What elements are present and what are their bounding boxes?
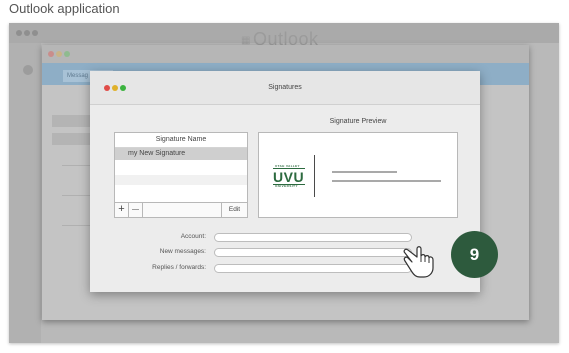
preferences-close-dot [48,51,54,57]
sidebar-add-icon [23,65,33,75]
preview-text-line [332,180,441,182]
add-signature-button[interactable]: + [115,203,129,217]
outlook-zoom-dot [32,30,38,36]
preview-divider [314,155,315,197]
outlook-minimize-dot [24,30,30,36]
pointing-hand-cursor-icon [403,246,434,278]
replies-forwards-select[interactable] [214,264,412,273]
background-line [62,225,92,226]
outlook-sidebar [9,43,41,343]
caption: Outlook application [9,1,120,16]
background-line [62,195,92,196]
dialog-titlebar: Signatures [90,71,480,105]
account-label: Account: [180,233,206,240]
dialog-title: Signatures [268,84,302,91]
new-messages-select[interactable] [214,248,412,257]
list-empty-row [115,175,247,185]
signature-list-item[interactable]: my New Signature [115,148,247,160]
outlook-titlebar: ▦ Outlook [9,23,559,49]
remove-signature-button[interactable]: — [129,203,143,217]
preview-text-line [332,171,397,173]
preferences-minimize-dot [56,51,62,57]
preferences-zoom-dot [64,51,70,57]
new-messages-label: New messages: [159,248,206,255]
uvu-logo: UVU [273,169,305,185]
edit-signature-button[interactable]: Edit [221,203,247,217]
background-line [62,165,92,166]
signature-list-header: Signature Name [115,133,247,148]
preferences-titlebar [42,45,529,63]
outlook-close-dot [16,30,22,36]
background-row [52,133,92,145]
signature-list: Signature Name my New Signature + — Edit [114,132,248,218]
replies-forwards-label: Replies / forwards: [152,264,206,271]
signature-list-toolbar: + — Edit [115,202,247,217]
preview-label: Signature Preview [329,118,387,125]
signature-preview: UTAH VALLEY UVU UNIVERSITY [258,132,458,218]
step-badge: 9 [451,231,498,278]
logo-bottom-text: UNIVERSITY [275,184,299,188]
account-select[interactable] [214,233,412,242]
